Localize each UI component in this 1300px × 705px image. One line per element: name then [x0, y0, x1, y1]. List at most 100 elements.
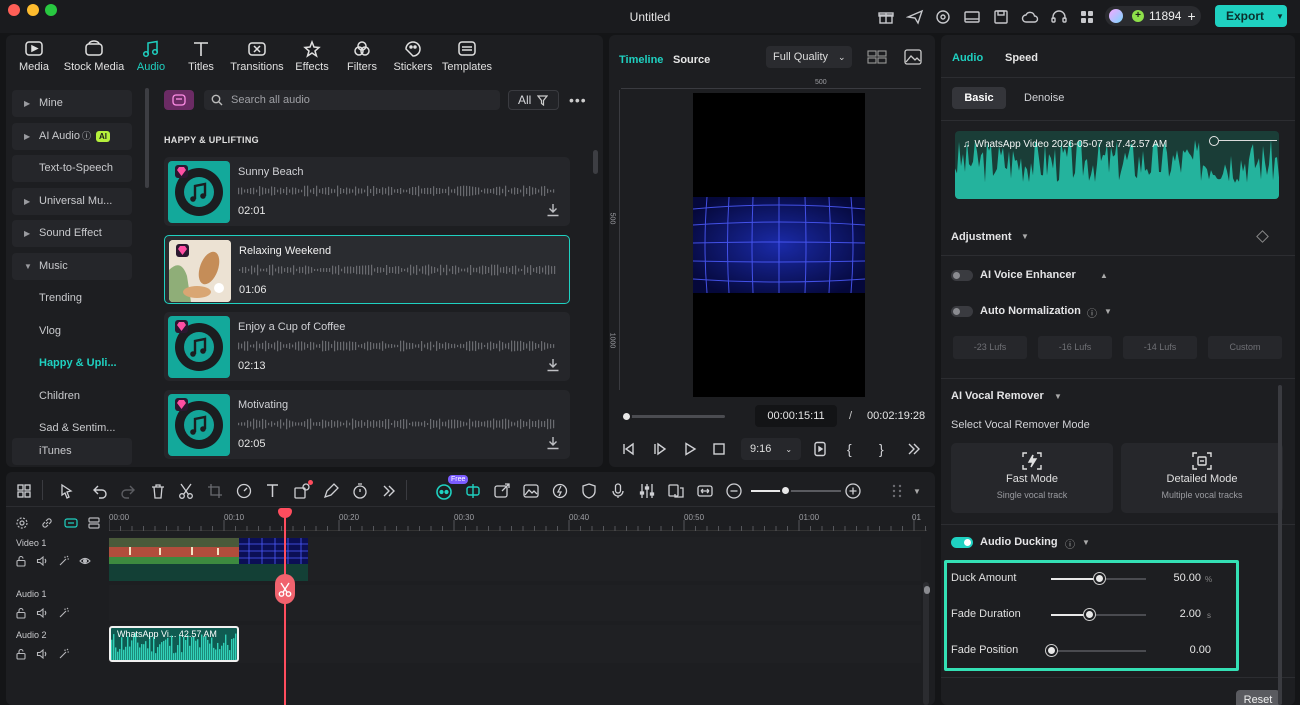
- link-icon[interactable]: [41, 517, 53, 529]
- export-button[interactable]: Export ▼: [1215, 5, 1287, 27]
- zoom-out-icon[interactable]: [725, 482, 743, 500]
- more-options-icon[interactable]: •••: [569, 92, 587, 108]
- lufs-14-button[interactable]: -14 Lufs: [1123, 336, 1197, 359]
- help-icon[interactable]: ⓘ: [1087, 305, 1097, 320]
- tab-transitions[interactable]: Transitions: [228, 40, 286, 76]
- auto-normalization-toggle[interactable]: [951, 306, 973, 317]
- layout-grid-icon[interactable]: [15, 482, 33, 500]
- track-layout-icon[interactable]: [88, 517, 100, 529]
- properties-scrollbar[interactable]: [1278, 385, 1282, 705]
- timeline-scroll-thumb[interactable]: [924, 586, 930, 594]
- preview-progress-track[interactable]: [622, 415, 725, 418]
- list-item[interactable]: Enjoy a Cup of Coffee 02:13: [164, 312, 570, 381]
- microphone-icon[interactable]: [609, 482, 627, 500]
- lock-icon[interactable]: [15, 555, 27, 567]
- duck-amount-knob[interactable]: [1093, 573, 1105, 584]
- drag-handle-icon[interactable]: [888, 482, 906, 500]
- more-controls-icon[interactable]: [906, 441, 922, 457]
- reset-button[interactable]: Reset: [1236, 690, 1280, 705]
- fade-duration-slider[interactable]: [1051, 614, 1146, 616]
- zoom-slider[interactable]: [751, 490, 841, 492]
- next-frame-icon[interactable]: [652, 441, 668, 457]
- video-clip-grid[interactable]: [239, 538, 308, 564]
- list-item[interactable]: Motivating 02:05: [164, 390, 570, 459]
- sidebar-item-music[interactable]: ▼ Music: [12, 253, 132, 280]
- avatar[interactable]: [1109, 9, 1123, 23]
- timeline-ruler[interactable]: 00:00 00:10 00:20 00:30 00:40 00:50 01:0…: [109, 506, 927, 531]
- tab-stickers[interactable]: Stickers: [391, 40, 435, 76]
- layout-icon[interactable]: [963, 8, 981, 26]
- stop-icon[interactable]: [711, 441, 727, 457]
- previous-frame-icon[interactable]: [621, 441, 637, 457]
- magic-wand-icon[interactable]: [58, 607, 70, 619]
- text-tool-icon[interactable]: [264, 482, 282, 500]
- gift-icon[interactable]: [877, 8, 895, 26]
- audio-ducking-toggle[interactable]: [951, 537, 973, 548]
- snap-icon[interactable]: [464, 482, 482, 500]
- sidebar-item-happy-uplifting[interactable]: Happy & Upli...: [12, 350, 132, 377]
- fade-duration-knob[interactable]: [1084, 609, 1095, 620]
- zoom-slider-knob[interactable]: [780, 485, 791, 496]
- chevron-down-icon[interactable]: ▼: [1082, 538, 1090, 547]
- timer-icon[interactable]: [351, 482, 369, 500]
- lock-icon[interactable]: [15, 607, 27, 619]
- ai-speed-icon[interactable]: [551, 482, 569, 500]
- pen-icon[interactable]: [322, 482, 340, 500]
- video-canvas[interactable]: [693, 93, 865, 397]
- cloud-icon[interactable]: [1021, 8, 1039, 26]
- tab-source[interactable]: Source: [673, 54, 710, 66]
- undo-icon[interactable]: [91, 482, 109, 500]
- headset-icon[interactable]: [934, 8, 952, 26]
- more-tools-icon[interactable]: [380, 482, 398, 500]
- sidebar-item-itunes[interactable]: iTunes: [12, 438, 132, 465]
- quality-select[interactable]: Full Quality ⌄: [766, 46, 852, 68]
- sidebar-item-mine[interactable]: ▶ Mine: [12, 90, 132, 117]
- lufs-23-button[interactable]: -23 Lufs: [953, 336, 1027, 359]
- chevron-down-icon[interactable]: ▼: [1104, 307, 1112, 316]
- tab-audio[interactable]: Audio: [133, 40, 169, 76]
- speaker-icon[interactable]: [36, 607, 48, 619]
- sidebar-item-universal-music[interactable]: ▶ Universal Mu...: [12, 188, 132, 215]
- audio-mixer-icon[interactable]: [638, 482, 656, 500]
- tab-audio-props[interactable]: Audio: [952, 52, 983, 64]
- lufs-16-button[interactable]: -16 Lufs: [1038, 336, 1112, 359]
- help-icon[interactable]: ⓘ: [82, 131, 91, 141]
- tab-speed[interactable]: Speed: [1005, 52, 1038, 64]
- tab-filters[interactable]: Filters: [344, 40, 380, 76]
- download-icon[interactable]: [546, 203, 560, 217]
- delete-icon[interactable]: [149, 482, 167, 500]
- save-icon[interactable]: [992, 8, 1010, 26]
- lufs-custom-button[interactable]: Custom: [1208, 336, 1282, 359]
- magnet-icon[interactable]: [64, 517, 78, 529]
- sidebar-item-children[interactable]: Children: [12, 383, 132, 410]
- chevron-down-icon[interactable]: ▼: [913, 487, 921, 496]
- lock-icon[interactable]: [15, 648, 27, 660]
- speaker-icon[interactable]: [36, 555, 48, 567]
- aspect-ratio-select[interactable]: 9:16 ⌄: [741, 438, 801, 460]
- fade-position-knob[interactable]: [1046, 645, 1057, 656]
- sidebar-item-vlog[interactable]: Vlog: [12, 318, 132, 345]
- magic-wand-icon[interactable]: [58, 555, 70, 567]
- tab-templates[interactable]: Templates: [441, 40, 493, 76]
- play-icon[interactable]: [682, 441, 698, 457]
- audio-clip[interactable]: WhatsApp Vi... 42.57 AM: [109, 626, 239, 662]
- sidebar-item-text-to-speech[interactable]: Text-to-Speech: [12, 155, 132, 182]
- download-icon[interactable]: [546, 436, 560, 450]
- sidebar-scrollbar[interactable]: [145, 88, 149, 188]
- duck-amount-value[interactable]: 50.00: [1163, 572, 1201, 584]
- fade-position-slider[interactable]: [1051, 650, 1146, 652]
- mark-out-icon[interactable]: }: [879, 441, 895, 457]
- detailed-mode-button[interactable]: Detailed Mode Multiple vocal tracks: [1121, 443, 1283, 513]
- chevron-up-icon[interactable]: ▲: [1100, 271, 1108, 280]
- select-tool-icon[interactable]: [58, 482, 76, 500]
- track-settings-icon[interactable]: [16, 517, 28, 529]
- shapes-icon[interactable]: [293, 480, 313, 500]
- tab-titles[interactable]: Titles: [183, 40, 219, 76]
- volume-keyframe-handle[interactable]: [1209, 136, 1219, 146]
- export-clip-icon[interactable]: [493, 482, 511, 500]
- sidebar-item-sound-effect[interactable]: ▶ Sound Effect: [12, 220, 132, 247]
- download-icon[interactable]: [546, 358, 560, 372]
- subtab-denoise[interactable]: Denoise: [1024, 92, 1064, 104]
- crop-icon[interactable]: [206, 482, 224, 500]
- fast-mode-button[interactable]: Fast Mode Single vocal track: [951, 443, 1113, 513]
